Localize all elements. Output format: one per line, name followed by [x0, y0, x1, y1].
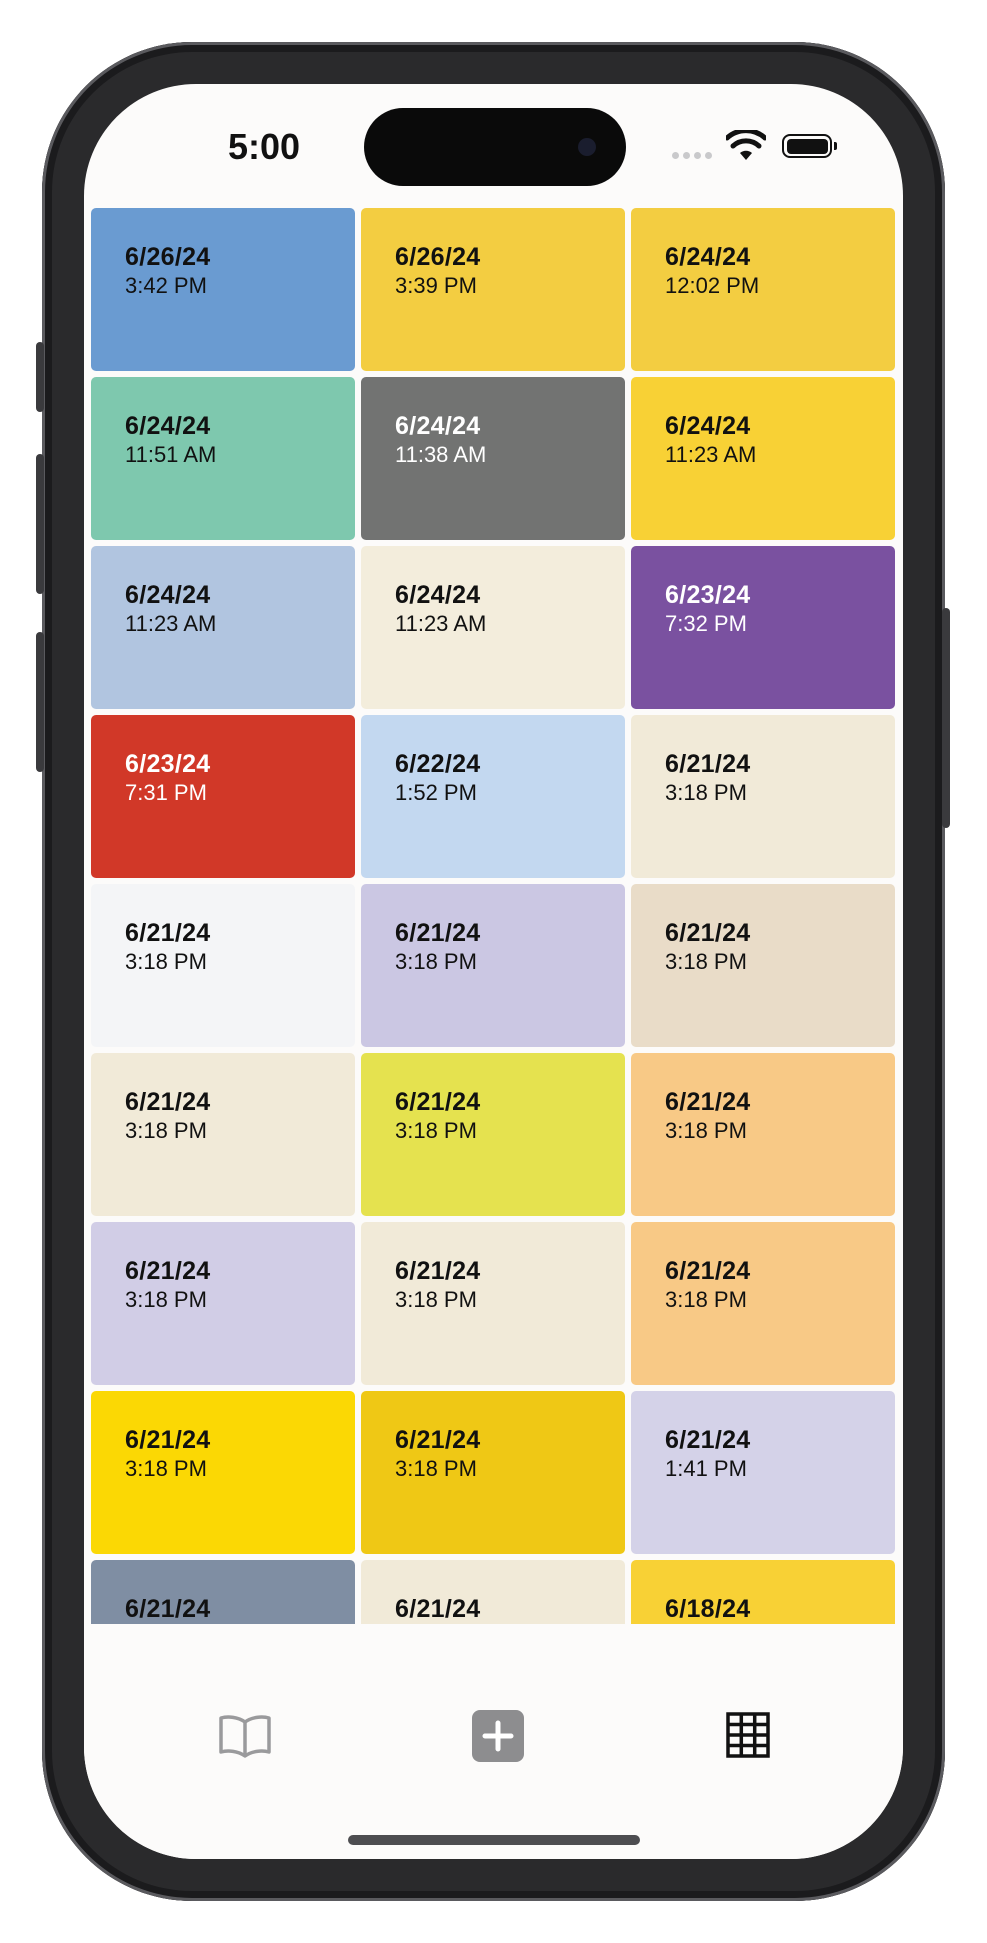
entry-date: 6/21/24	[125, 1595, 211, 1623]
entry-date: 6/21/24	[125, 1426, 211, 1454]
entry-tile[interactable]: 6/21/24 3:18 PM	[361, 1222, 625, 1385]
entry-date: 6/21/24	[395, 1088, 481, 1116]
entry-date: 6/21/24	[665, 1257, 751, 1285]
entry-time: 11:23 AM	[125, 611, 217, 636]
entry-date: 6/22/24	[395, 750, 481, 778]
entry-tile[interactable]: 6/24/24 11:23 AM	[631, 377, 895, 540]
entry-time: 1:52 PM	[395, 780, 477, 805]
status-time: 5:00	[227, 126, 301, 167]
entry-date: 6/21/24	[125, 919, 211, 947]
entry-time: 3:18 PM	[665, 1118, 747, 1143]
entry-date: 6/26/24	[395, 243, 481, 271]
entry-date: 6/24/24	[125, 581, 211, 609]
volume-up-button	[36, 454, 44, 594]
action-button	[36, 342, 44, 412]
entry-time: 3:18 PM	[665, 780, 747, 805]
entry-tile[interactable]: 6/24/24 11:38 AM	[361, 377, 625, 540]
home-indicator	[348, 1835, 640, 1845]
entry-time: 3:18 PM	[125, 1287, 207, 1312]
entry-date: 6/24/24	[395, 581, 481, 609]
entry-date: 6/21/24	[395, 1595, 481, 1623]
entry-tile[interactable]: 6/21/24 3:18 PM	[91, 884, 355, 1047]
entry-time: 3:39 PM	[395, 273, 477, 298]
power-button	[942, 608, 950, 828]
plus-square-icon[interactable]	[472, 1710, 524, 1762]
entry-time: 3:18 PM	[395, 949, 477, 974]
entry-date: 6/21/24	[125, 1088, 211, 1116]
battery-icon	[782, 134, 837, 158]
entry-tile[interactable]: 6/24/24 11:23 AM	[361, 546, 625, 709]
grid-icon[interactable]	[726, 1712, 770, 1758]
entry-tile[interactable]: 6/26/24 3:42 PM	[91, 208, 355, 371]
entry-tile[interactable]: 6/21/24 3:18 PM	[361, 1391, 625, 1554]
entry-tile[interactable]: 6/24/24 11:51 AM	[91, 377, 355, 540]
entry-tile[interactable]: 6/21/24 3:18 PM	[361, 884, 625, 1047]
entry-date: 6/21/24	[665, 1088, 751, 1116]
entry-time: 12:02 PM	[665, 273, 760, 298]
entry-time: 3:42 PM	[125, 273, 207, 298]
entry-tile[interactable]: 6/21/24 3:18 PM	[91, 1053, 355, 1216]
entry-tile[interactable]: 6/26/24 3:39 PM	[361, 208, 625, 371]
entry-date: 6/24/24	[665, 243, 751, 271]
entries-grid: 6/26/24 3:42 PM 6/26/24 3:39 PM 6/24/24 12:02…	[84, 208, 903, 1624]
entry-date: 6/21/24	[665, 919, 751, 947]
wifi-icon	[726, 130, 766, 160]
cellular-signal-icon	[672, 152, 712, 159]
entry-tile[interactable]: 6/21/24	[91, 1560, 355, 1624]
entry-time: 11:23 AM	[395, 611, 487, 636]
entry-tile[interactable]: 6/22/24 1:52 PM	[361, 715, 625, 878]
entry-time: 3:18 PM	[665, 1287, 747, 1312]
volume-down-button	[36, 632, 44, 772]
entry-tile[interactable]: 6/21/24 3:18 PM	[631, 715, 895, 878]
entry-time: 1:41 PM	[665, 1456, 747, 1481]
entry-time: 3:18 PM	[395, 1118, 477, 1143]
entry-tile[interactable]: 6/23/24 7:32 PM	[631, 546, 895, 709]
entry-time: 7:31 PM	[125, 780, 207, 805]
entry-time: 3:18 PM	[395, 1287, 477, 1312]
entry-date: 6/23/24	[125, 750, 211, 778]
entry-date: 6/21/24	[125, 1257, 211, 1285]
entry-date: 6/21/24	[395, 1257, 481, 1285]
entry-tile[interactable]: 6/21/24	[361, 1560, 625, 1624]
entry-tile[interactable]: 6/24/24 11:23 AM	[91, 546, 355, 709]
entry-time: 3:18 PM	[125, 1118, 207, 1143]
entry-date: 6/23/24	[665, 581, 751, 609]
entry-date: 6/21/24	[395, 919, 481, 947]
entry-date: 6/24/24	[395, 412, 481, 440]
entry-time: 3:18 PM	[395, 1456, 477, 1481]
entry-date: 6/18/24	[665, 1595, 751, 1623]
entry-tile[interactable]: 6/21/24 3:18 PM	[361, 1053, 625, 1216]
entry-time: 3:18 PM	[125, 949, 207, 974]
entry-date: 6/26/24	[125, 243, 211, 271]
entry-tile[interactable]: 6/23/24 7:31 PM	[91, 715, 355, 878]
dynamic-island	[364, 108, 626, 186]
entry-time: 11:51 AM	[125, 442, 217, 467]
entry-tile[interactable]: 6/24/24 12:02 PM	[631, 208, 895, 371]
tab-bar	[84, 1624, 903, 1859]
book-icon[interactable]	[218, 1714, 272, 1758]
entry-tile[interactable]: 6/21/24 3:18 PM	[91, 1391, 355, 1554]
entry-date: 6/24/24	[125, 412, 211, 440]
entry-tile[interactable]: 6/21/24 3:18 PM	[631, 884, 895, 1047]
entry-date: 6/24/24	[665, 412, 751, 440]
entry-tile[interactable]: 6/21/24 1:41 PM	[631, 1391, 895, 1554]
entry-time: 7:32 PM	[665, 611, 747, 636]
entry-tile[interactable]: 6/21/24 3:18 PM	[631, 1053, 895, 1216]
entry-date: 6/21/24	[665, 1426, 751, 1454]
entry-tile[interactable]: 6/18/24	[631, 1560, 895, 1624]
entry-tile[interactable]: 6/21/24 3:18 PM	[631, 1222, 895, 1385]
camera-icon	[578, 138, 596, 156]
entry-time: 11:38 AM	[395, 442, 487, 467]
entry-date: 6/21/24	[665, 750, 751, 778]
entry-time: 3:18 PM	[665, 949, 747, 974]
entry-tile[interactable]: 6/21/24 3:18 PM	[91, 1222, 355, 1385]
app-screen: 5:00 6/26/24 3:42 PM 6/26/24 3:39 PM 6/24/24…	[84, 84, 903, 1859]
entry-date: 6/21/24	[395, 1426, 481, 1454]
entry-time: 3:18 PM	[125, 1456, 207, 1481]
entry-time: 11:23 AM	[665, 442, 757, 467]
